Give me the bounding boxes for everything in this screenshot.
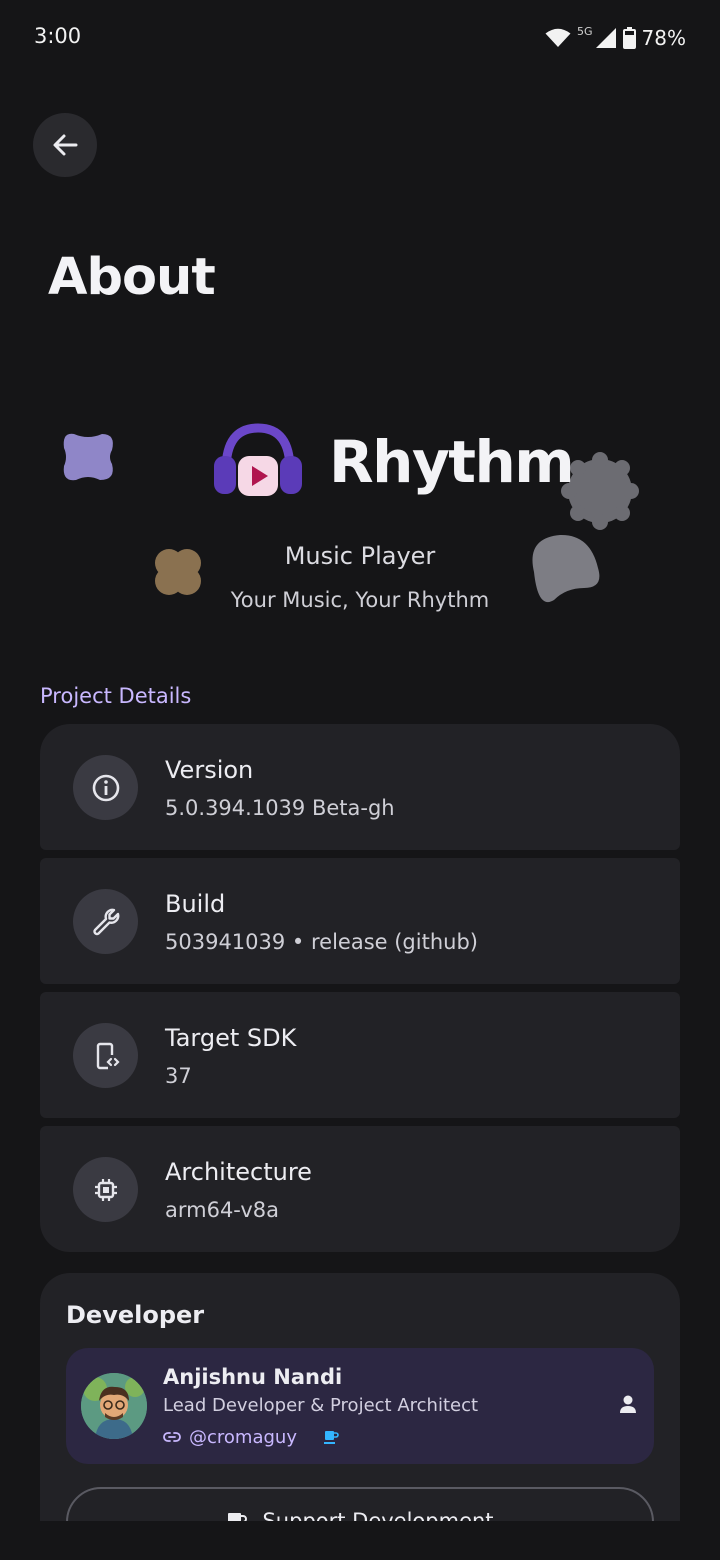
cell-signal-icon (595, 28, 616, 48)
status-bar: 3:00 5G 78% (0, 0, 720, 76)
wifi-icon (545, 28, 571, 47)
developer-heading: Developer (66, 1301, 205, 1329)
developer-name: Anjishnu Nandi (163, 1365, 343, 1389)
info-icon (92, 774, 119, 801)
detail-title: Build (165, 890, 226, 918)
person-icon[interactable] (618, 1394, 638, 1414)
detail-row-version[interactable]: Version 5.0.394.1039 Beta-gh (40, 724, 680, 850)
battery-percent: 78% (641, 26, 686, 50)
battery-icon (622, 27, 636, 49)
detail-row-architecture[interactable]: Architecture arm64-v8a (40, 1126, 680, 1252)
chip-icon (94, 1178, 117, 1201)
app-name: Rhythm (329, 428, 575, 496)
detail-row-build[interactable]: Build 503941039 • release (github) (40, 858, 680, 984)
developer-role: Lead Developer & Project Architect (163, 1395, 479, 1416)
link-icon (163, 1432, 181, 1442)
developer-profile[interactable]: Anjishnu Nandi Lead Developer & Project … (66, 1348, 654, 1464)
network-type: 5G (577, 25, 593, 38)
developer-handle-row: @cromaguy (163, 1425, 339, 1449)
app-subtitle: Music Player (284, 542, 436, 570)
avatar-illustration (81, 1373, 147, 1439)
app-tagline: Your Music, Your Rhythm (230, 588, 490, 612)
project-details-label: Project Details (40, 684, 192, 708)
navigation-bar (0, 1521, 720, 1560)
phone-code-icon (96, 1042, 120, 1069)
detail-row-target-sdk[interactable]: Target SDK 37 (40, 992, 680, 1118)
developer-card: Developer Anjishnu Nandi Lead Developer … (40, 1273, 680, 1560)
detail-value: 503941039 • release (github) (165, 930, 478, 954)
detail-title: Target SDK (165, 1024, 297, 1052)
status-time: 3:00 (34, 24, 82, 48)
page-title: About (48, 248, 216, 307)
detail-value: 37 (165, 1064, 192, 1088)
back-button[interactable] (33, 113, 97, 177)
decorative-blob-lavender (63, 433, 113, 481)
avatar (81, 1373, 147, 1439)
about-screen: 3:00 5G 78% About Rhythm Music Player Yo… (0, 0, 720, 1560)
arrow-back-icon (53, 134, 78, 156)
coffee-icon[interactable] (323, 1429, 339, 1445)
detail-value: 5.0.394.1039 Beta-gh (165, 796, 395, 820)
developer-handle[interactable]: @cromaguy (189, 1427, 297, 1448)
status-icons: 5G 78% (545, 24, 686, 52)
detail-title: Version (165, 756, 254, 784)
detail-value: arm64-v8a (165, 1198, 279, 1222)
wrench-icon (92, 908, 119, 935)
headphones-play-icon (214, 423, 302, 496)
detail-title: Architecture (165, 1158, 312, 1186)
